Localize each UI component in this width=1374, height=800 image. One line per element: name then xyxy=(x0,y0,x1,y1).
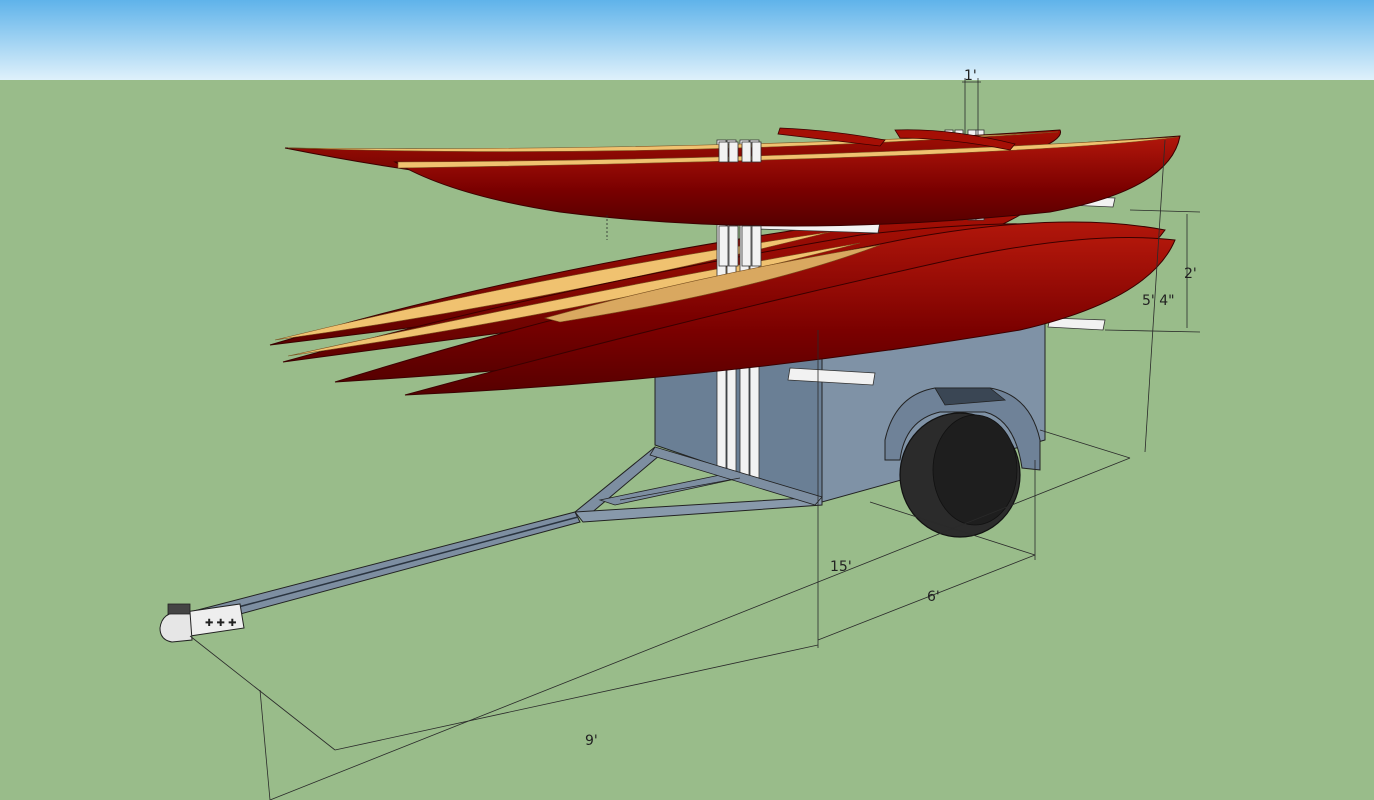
dim-label-box-length: 6' xyxy=(927,589,940,605)
wheel xyxy=(899,412,1021,538)
svg-text:✚ ✚ ✚: ✚ ✚ ✚ xyxy=(205,618,237,629)
dim-label-tongue-length: 9' xyxy=(585,733,598,749)
dim-label-overall-length: 15' xyxy=(830,559,852,575)
dim-label-stack-height: 2' xyxy=(1184,266,1197,282)
sky xyxy=(0,0,1374,80)
dim-label-overall-height: 5' 4" xyxy=(1142,293,1175,309)
trailer-model-scene: ✚ ✚ ✚ 1' 2' 5' 4" 15' 6' 9' xyxy=(0,0,1374,800)
dim-label-rack-spacing: 1' xyxy=(964,68,977,84)
